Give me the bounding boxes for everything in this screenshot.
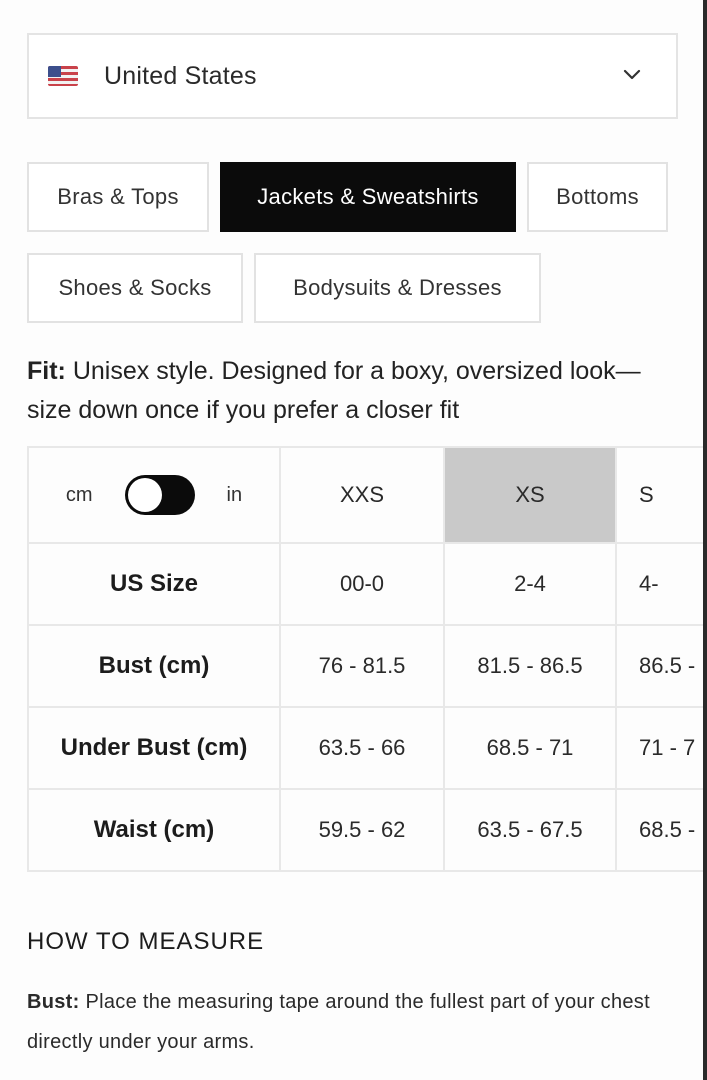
unit-label-cm[interactable]: cm	[66, 484, 93, 507]
row-label-waist: Waist (cm)	[27, 788, 281, 872]
unit-toggle-cell: cm in	[27, 446, 281, 544]
unit-toggle-switch[interactable]	[124, 475, 195, 515]
table-cell: 4-	[615, 542, 707, 626]
table-row: Under Bust (cm) 63.5 - 66 68.5 - 71 71 -…	[27, 706, 707, 790]
table-cell: 86.5 -	[615, 624, 707, 708]
us-flag-icon	[48, 66, 78, 86]
fit-description: Fit: Unisex style. Designed for a boxy, …	[27, 352, 677, 430]
table-cell: 76 - 81.5	[279, 624, 445, 708]
fit-label: Fit:	[27, 357, 66, 385]
table-cell: 63.5 - 66	[279, 706, 445, 790]
size-header-s[interactable]: S	[615, 446, 707, 544]
bust-label: Bust:	[27, 991, 80, 1013]
tab-bottoms[interactable]: Bottoms	[527, 162, 668, 232]
table-row: Bust (cm) 76 - 81.5 81.5 - 86.5 86.5 -	[27, 624, 707, 708]
row-label-bust: Bust (cm)	[27, 624, 281, 708]
table-cell: 59.5 - 62	[279, 788, 445, 872]
tab-jackets-sweatshirts[interactable]: Jackets & Sweatshirts	[220, 162, 516, 232]
unit-label-in[interactable]: in	[227, 484, 243, 507]
size-chart-table: cm in XXS XS S US Size 00-0 2-4 4- Bust …	[27, 446, 707, 872]
tab-bodysuits-dresses[interactable]: Bodysuits & Dresses	[254, 253, 541, 323]
size-header-xxs[interactable]: XXS	[279, 446, 445, 544]
toggle-knob	[127, 478, 162, 512]
chevron-down-icon	[623, 69, 641, 80]
country-select-value: United States	[104, 61, 257, 90]
size-guide-page: United States Bras & Tops Jackets & Swea…	[0, 0, 707, 1080]
fit-text: Unisex style. Designed for a boxy, overs…	[27, 357, 641, 424]
table-cell: 2-4	[443, 542, 617, 626]
row-label-us-size: US Size	[27, 542, 281, 626]
table-cell: 00-0	[279, 542, 445, 626]
table-cell: 68.5 - 71	[443, 706, 617, 790]
table-cell: 81.5 - 86.5	[443, 624, 617, 708]
tab-shoes-socks[interactable]: Shoes & Socks	[27, 253, 243, 323]
country-select[interactable]: United States	[27, 33, 678, 119]
bust-measure-instructions: Bust: Place the measuring tape around th…	[27, 982, 687, 1062]
how-to-measure-heading: HOW TO MEASURE	[27, 928, 265, 955]
unit-toggle: cm in	[30, 475, 278, 515]
table-cell: 71 - 7	[615, 706, 707, 790]
tab-bras-tops[interactable]: Bras & Tops	[27, 162, 209, 232]
screen-edge	[703, 0, 707, 1080]
size-header-row: cm in XXS XS S	[27, 446, 707, 544]
table-cell: 63.5 - 67.5	[443, 788, 617, 872]
table-row: Waist (cm) 59.5 - 62 63.5 - 67.5 68.5 -	[27, 788, 707, 872]
table-cell: 68.5 -	[615, 788, 707, 872]
table-row: US Size 00-0 2-4 4-	[27, 542, 707, 626]
size-header-xs[interactable]: XS	[443, 446, 617, 544]
row-label-under-bust: Under Bust (cm)	[27, 706, 281, 790]
bust-text: Place the measuring tape around the full…	[27, 991, 650, 1053]
